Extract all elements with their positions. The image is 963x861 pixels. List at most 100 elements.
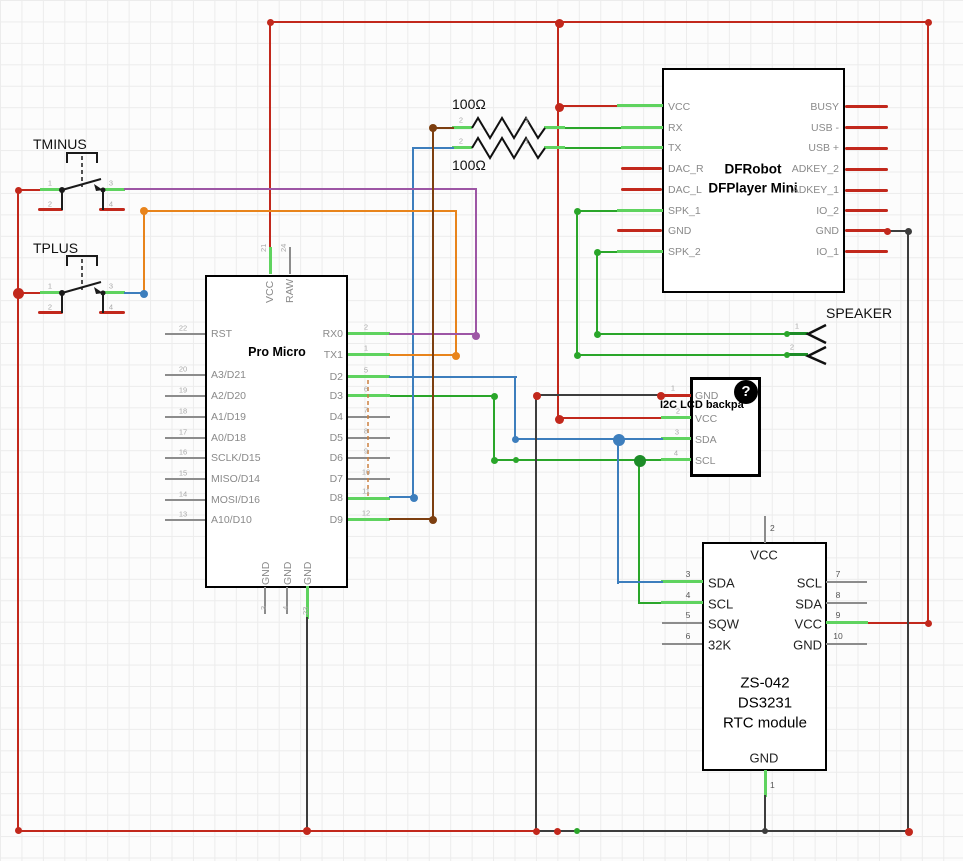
- pin-df-spk1[interactable]: [617, 209, 663, 212]
- pin-df-tx[interactable]: [621, 146, 663, 149]
- wire-pm-gnd-drop[interactable]: [306, 617, 308, 832]
- wire-d2-sda-b[interactable]: [514, 376, 516, 440]
- wire-button-gnd-drop[interactable]: [17, 189, 19, 832]
- stub-df-usb-plus[interactable]: [845, 147, 888, 150]
- wire-junction[interactable]: [513, 457, 519, 463]
- pin-pm-d5[interactable]: [348, 437, 390, 439]
- pin-rtc-vcc9[interactable]: [826, 621, 868, 624]
- wire-junction[interactable]: [491, 457, 498, 464]
- pin-pm-tx1[interactable]: [348, 353, 390, 356]
- pin-pm-a3[interactable]: [165, 374, 205, 376]
- wire-d8-b[interactable]: [412, 147, 414, 498]
- wire-junction[interactable]: [15, 827, 22, 834]
- wire-df-gnd-b[interactable]: [907, 230, 909, 832]
- wire-junction[interactable]: [140, 290, 148, 298]
- pin-df-spk2[interactable]: [617, 250, 663, 253]
- pin-r1-1[interactable]: [544, 126, 565, 129]
- wire-junction[interactable]: [452, 352, 460, 360]
- stub-df-dacl[interactable]: [621, 188, 662, 191]
- stub-df-io1[interactable]: [845, 250, 888, 253]
- wire-spk2-c[interactable]: [596, 333, 788, 335]
- stub-lcd-gnd[interactable]: [660, 394, 691, 397]
- pin-pm-d2[interactable]: [348, 375, 390, 378]
- stub-df-dacr[interactable]: [621, 167, 662, 170]
- wire-sda-rtc-drop[interactable]: [617, 438, 619, 584]
- wire-junction[interactable]: [555, 103, 564, 112]
- stub-df-adkey2[interactable]: [845, 168, 888, 171]
- pin-rtc-32k[interactable]: [662, 643, 702, 645]
- pin-pm-d8[interactable]: [348, 497, 390, 500]
- pin-lcd-sda[interactable]: [661, 437, 691, 440]
- wire-tplus-tx1-a[interactable]: [143, 210, 145, 294]
- wire-tminus-rx0-b[interactable]: [475, 188, 477, 336]
- wire-scl-drop[interactable]: [493, 395, 495, 461]
- pin-pm-d6[interactable]: [348, 457, 390, 459]
- wire-lcd-gnd-a[interactable]: [535, 394, 662, 396]
- pin-pm-raw[interactable]: [289, 247, 291, 274]
- pin-lcd-vcc[interactable]: [661, 416, 691, 419]
- wire-junction[interactable]: [613, 434, 625, 446]
- pin-pm-vcc[interactable]: [269, 247, 272, 274]
- pin-r2-2[interactable]: [452, 146, 472, 149]
- pin-pm-rst[interactable]: [165, 333, 205, 335]
- wire-junction[interactable]: [303, 827, 311, 835]
- pin-rtc-vcc2[interactable]: [764, 516, 766, 543]
- wire-junction[interactable]: [13, 288, 24, 299]
- wire-spk1-b[interactable]: [576, 210, 578, 356]
- wire-junction[interactable]: [784, 331, 790, 337]
- wire-d9-b[interactable]: [432, 127, 434, 520]
- wire-junction[interactable]: [533, 392, 541, 400]
- wire-junction[interactable]: [574, 828, 580, 834]
- wire-spk2-b[interactable]: [596, 251, 598, 335]
- wire-vcc-right-drop[interactable]: [927, 21, 929, 624]
- wire-junction[interactable]: [574, 208, 581, 215]
- pin-rtc-sda8[interactable]: [826, 602, 867, 604]
- wire-junction[interactable]: [15, 187, 22, 194]
- pin-r1-2[interactable]: [452, 126, 472, 129]
- wire-junction[interactable]: [574, 352, 581, 359]
- pin-df-rx[interactable]: [621, 126, 663, 129]
- wire-vcc-dfplayer[interactable]: [557, 105, 619, 107]
- pin-rtc-sqw[interactable]: [662, 622, 702, 624]
- wire-junction[interactable]: [634, 455, 646, 467]
- pin-pm-rx0[interactable]: [348, 332, 390, 335]
- pin-rtc-scl[interactable]: [661, 601, 703, 604]
- stub-df-usb-minus[interactable]: [845, 126, 888, 129]
- pin-tminus-3[interactable]: [102, 188, 125, 191]
- pin-rtc-scl7[interactable]: [826, 581, 867, 583]
- pin-rtc-gnd1[interactable]: [764, 770, 767, 797]
- wire-rtc-gnd-drop[interactable]: [764, 795, 766, 832]
- stub-df-busy[interactable]: [845, 105, 888, 108]
- wire-junction[interactable]: [594, 331, 601, 338]
- stub-df-gnd-left[interactable]: [617, 229, 662, 232]
- wire-junction[interactable]: [905, 828, 913, 836]
- pin-pm-miso[interactable]: [165, 478, 205, 480]
- wire-junction[interactable]: [472, 332, 480, 340]
- pin-pm-a0[interactable]: [165, 437, 205, 439]
- wire-gnd-rail-left[interactable]: [17, 830, 537, 832]
- pin-rtc-gnd10[interactable]: [826, 643, 867, 645]
- wire-vcc-promicro[interactable]: [269, 21, 271, 249]
- wire-lcd-gnd-b[interactable]: [535, 394, 537, 832]
- pin-pm-d9[interactable]: [348, 518, 390, 521]
- wire-r2-dftx[interactable]: [564, 147, 623, 149]
- wire-tplus-tx1-b[interactable]: [143, 210, 457, 212]
- wire-tplus-tx1-d[interactable]: [389, 354, 457, 356]
- pin-pm-mosi[interactable]: [165, 499, 205, 501]
- wire-junction[interactable]: [533, 828, 540, 835]
- pin-pm-a1[interactable]: [165, 416, 205, 418]
- pin-lcd-scl[interactable]: [661, 458, 691, 461]
- wire-junction[interactable]: [491, 393, 498, 400]
- pin-rtc-sda[interactable]: [661, 580, 703, 583]
- pin-pm-sclk[interactable]: [165, 457, 205, 459]
- wire-junction[interactable]: [925, 620, 932, 627]
- wire-junction[interactable]: [140, 207, 148, 215]
- wire-spk1-a[interactable]: [576, 210, 618, 212]
- pin-pm-d7[interactable]: [348, 478, 390, 480]
- wire-junction[interactable]: [555, 415, 564, 424]
- wire-spk1-c[interactable]: [576, 354, 788, 356]
- wire-junction[interactable]: [784, 352, 790, 358]
- stub-df-io2[interactable]: [845, 209, 888, 212]
- pin-pm-d3[interactable]: [348, 394, 390, 397]
- wire-junction[interactable]: [512, 436, 519, 443]
